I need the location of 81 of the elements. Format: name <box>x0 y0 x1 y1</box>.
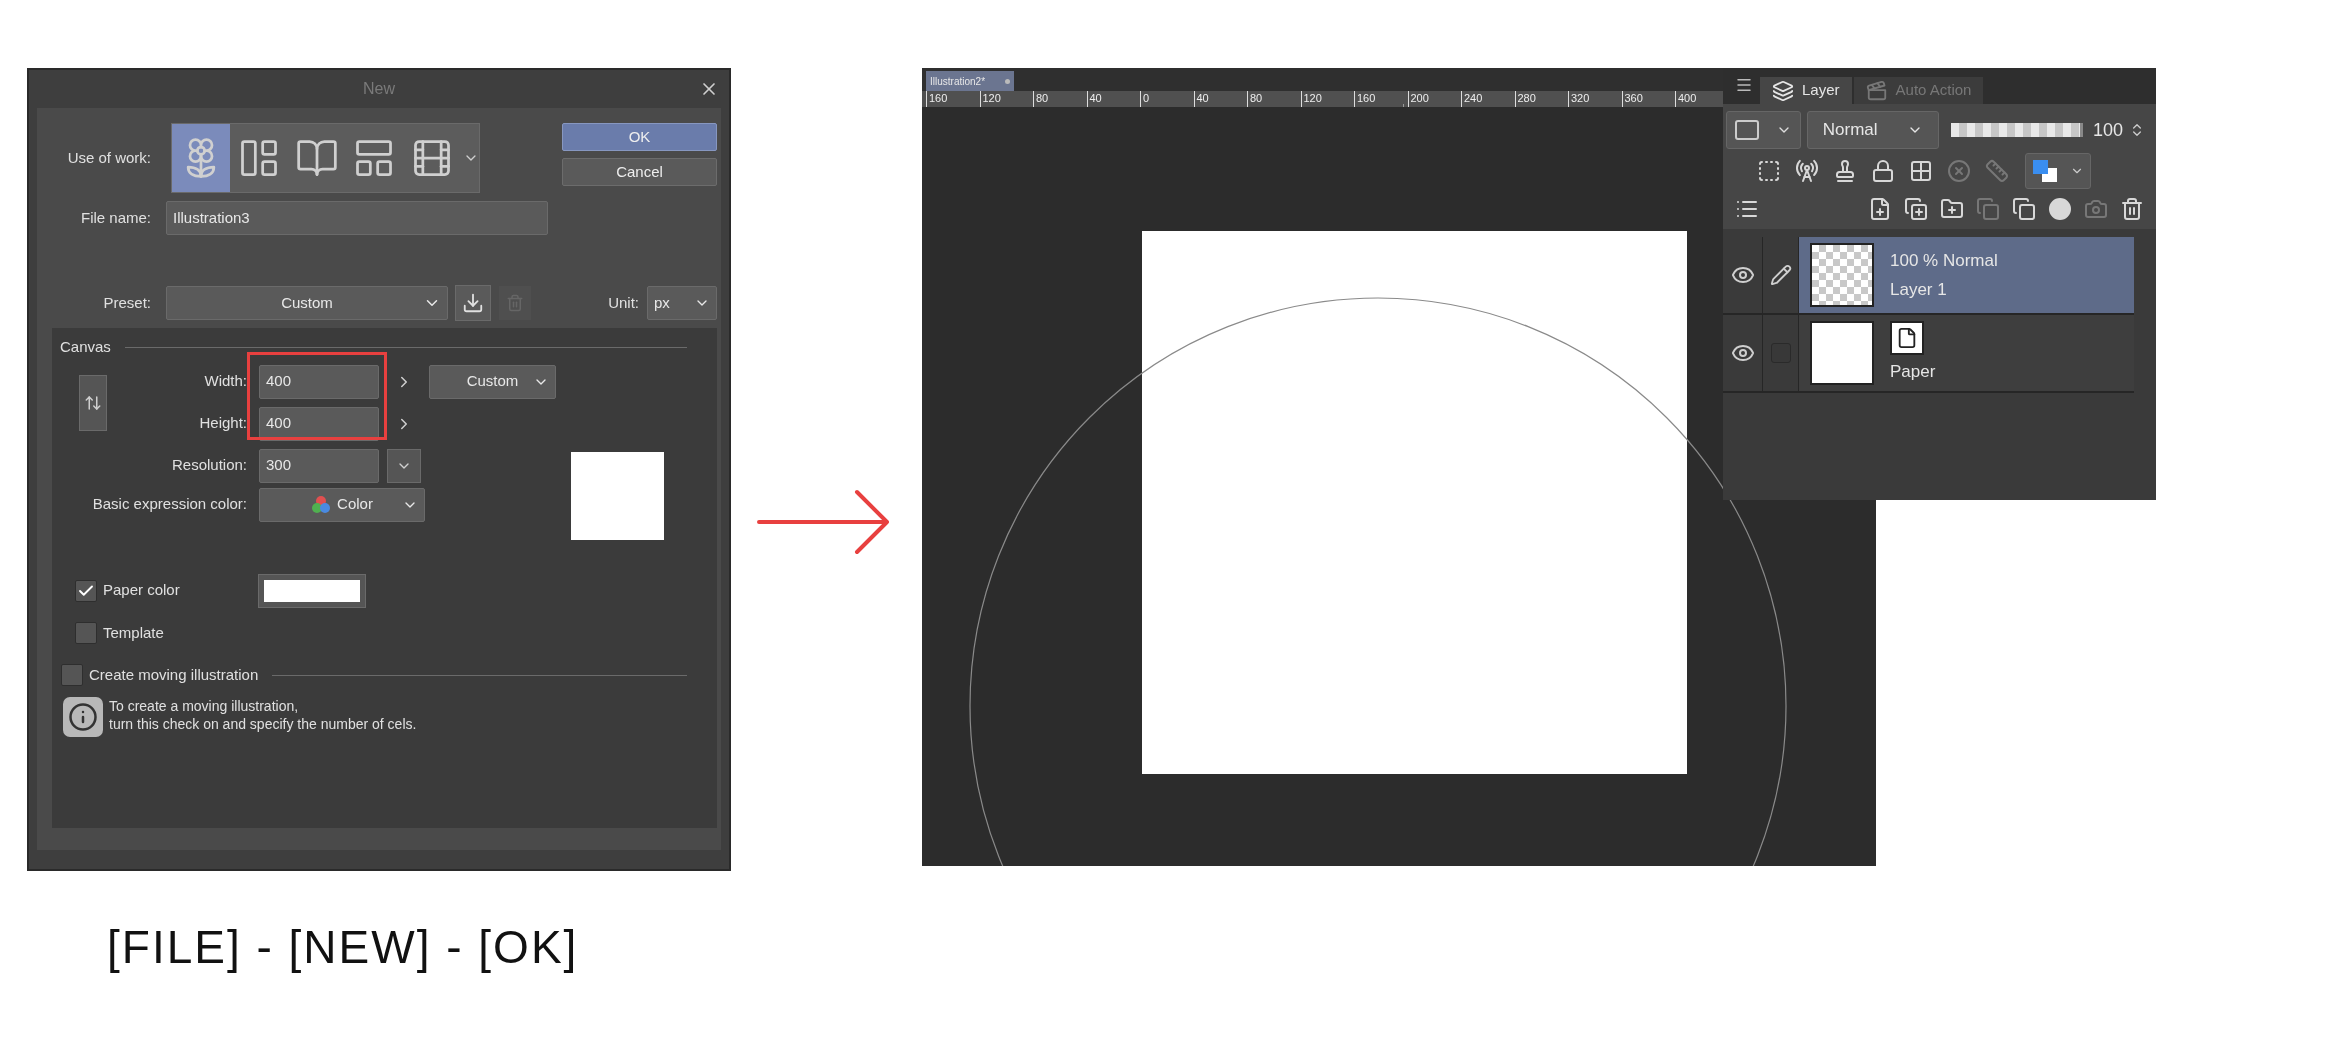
ruler-label: 280 <box>1514 91 1568 107</box>
field-label: File name: <box>79 207 151 228</box>
caption: [FILE] - [NEW] - [OK] <box>107 920 580 975</box>
blend-mode-dropdown[interactable]: Normal <box>1807 111 1939 149</box>
field-label: Height: <box>198 413 247 434</box>
layers-icon <box>1772 79 1794 102</box>
new-layer-icon[interactable] <box>1868 197 1892 221</box>
color-dropdown[interactable] <box>1726 111 1801 149</box>
trash-icon[interactable] <box>2120 197 2144 221</box>
checkbox-label: Paper color <box>103 580 181 601</box>
unit-dropdown[interactable]: px <box>647 286 717 320</box>
opacity-slider[interactable] <box>1951 123 2083 137</box>
dashed-square-icon[interactable] <box>1757 159 1781 183</box>
stamp-icon[interactable] <box>1833 159 1857 183</box>
paper-color-swatch[interactable] <box>258 573 366 608</box>
ruler-label: 40 <box>1086 91 1140 107</box>
paper-icon <box>1890 321 1924 356</box>
preset-dropdown[interactable]: Custom <box>166 286 448 320</box>
info-text: turn this check on and specify the number of cels. <box>109 714 417 733</box>
swap-arrows-icon <box>84 393 102 412</box>
layer-row[interactable]: Paper <box>1723 315 2134 393</box>
clapperboard-icon <box>1865 79 1888 102</box>
field-label: Width: <box>203 371 247 392</box>
width-field[interactable]: 400 <box>259 364 379 399</box>
ruler-label: 320 <box>1568 91 1622 107</box>
layer-thumbnail <box>1810 243 1874 307</box>
ruler-label: 80 <box>1247 91 1301 107</box>
resolution-dropdown[interactable] <box>387 448 421 483</box>
cancel-button[interactable]: Cancel <box>562 158 717 186</box>
field-label: Use of work: <box>66 147 151 168</box>
ruler-label: 40 <box>1193 91 1247 107</box>
checkbox-label: Create moving illustration <box>89 665 259 685</box>
ruler-label: 160 <box>1354 91 1408 107</box>
opacity-value[interactable]: 100 <box>2093 116 2124 144</box>
download-icon <box>462 292 484 314</box>
checkbox[interactable] <box>61 664 83 687</box>
info-text: To create a moving illustration, <box>109 696 300 715</box>
field-label: Preset: <box>102 292 151 313</box>
size-preset-dropdown[interactable]: Custom <box>429 364 556 399</box>
file-name-field[interactable]: Illustration3 <box>166 201 548 235</box>
color-mode-dropdown[interactable]: Color <box>259 487 425 522</box>
checkbox[interactable] <box>75 621 97 644</box>
layer-name: Paper <box>1890 361 1936 384</box>
ok-button[interactable]: OK <box>562 123 717 151</box>
ruler-label: 200 <box>1407 91 1461 107</box>
ruler-label: 240 <box>1461 91 1515 107</box>
window-title: New <box>363 79 395 99</box>
layer-mode: 100 % Normal <box>1890 249 1998 272</box>
document-tab[interactable]: Illustration2* <box>926 71 1014 91</box>
menu-icon <box>1735 76 1753 94</box>
panel-tab[interactable]: Layer <box>1760 77 1852 104</box>
ruler-label: 360 <box>1621 91 1675 107</box>
layer-thumbnail <box>1810 321 1874 385</box>
ruler-label: 80 <box>1033 91 1087 107</box>
square-icon <box>1735 120 1760 140</box>
rgb-circles-icon <box>311 494 332 515</box>
layer-row[interactable]: 100 % Normal Layer 1 <box>1723 237 2134 315</box>
new-vector-layer-icon[interactable] <box>1904 197 1928 221</box>
ruler-label: 120 <box>979 91 1033 107</box>
trash-icon <box>506 294 524 312</box>
ruler-label: 160 <box>926 91 980 107</box>
swap-size-button[interactable] <box>79 374 107 431</box>
tower-icon[interactable] <box>1795 159 1819 183</box>
field-label: Unit: <box>608 292 639 313</box>
lock-icon[interactable] <box>1871 159 1895 183</box>
pencil-icon[interactable] <box>1769 264 1792 286</box>
height-field[interactable]: 400 <box>259 406 379 441</box>
resolution-field[interactable]: 300 <box>259 448 379 483</box>
checkbox[interactable] <box>75 579 97 602</box>
ruler-label: 0 <box>1140 91 1194 107</box>
section-heading: Canvas <box>60 337 111 357</box>
field-label: Resolution: <box>170 455 247 476</box>
layer-color-button[interactable] <box>2025 153 2091 189</box>
info-icon <box>63 696 103 737</box>
ruler-label: 120 <box>1300 91 1354 107</box>
field-label: Basic expression color: <box>91 494 247 515</box>
save-preset-button[interactable] <box>455 285 491 321</box>
color-squares-icon <box>2032 160 2057 182</box>
checkbox-label: Template <box>103 622 164 643</box>
layer-name: Layer 1 <box>1890 279 1948 301</box>
new-folder-icon[interactable] <box>1940 197 1964 221</box>
